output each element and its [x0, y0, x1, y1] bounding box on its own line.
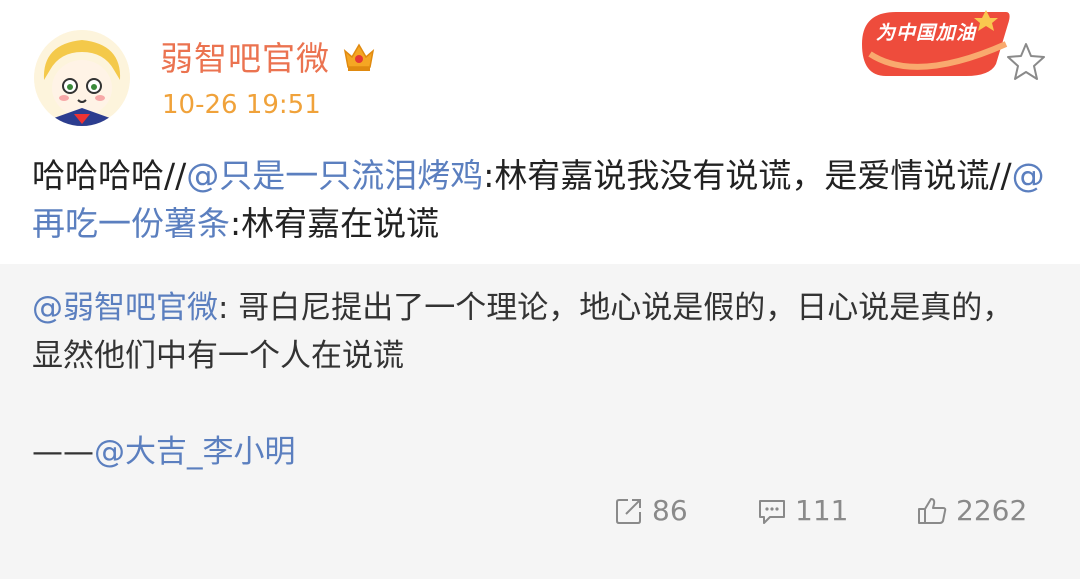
like-count: 2262 — [956, 494, 1028, 527]
credit-prefix: —— — [32, 434, 94, 470]
username[interactable]: 弱智吧官微 — [160, 32, 330, 80]
like-button[interactable]: 2262 — [916, 494, 1027, 527]
badge-label: 为中国加油 — [876, 22, 977, 44]
avatar[interactable] — [34, 30, 130, 126]
action-bar: 86 111 2262 — [0, 494, 1080, 534]
like-icon — [918, 497, 947, 524]
mention-link[interactable]: @大吉_李小明 — [94, 434, 296, 470]
post-text-part: :林宥嘉说我没有说谎，是爱情说谎// — [483, 156, 1012, 195]
repost-icon — [616, 498, 641, 524]
star-icon[interactable] — [1004, 40, 1048, 84]
reposted-content[interactable]: @弱智吧官微: 哥白尼提出了一个理论，地心说是假的，日心说是真的，显然他们中有一… — [0, 264, 1080, 579]
repost-credit: ——@大吉_李小明 — [32, 426, 296, 471]
crown-icon — [343, 43, 375, 71]
comment-icon — [759, 499, 785, 524]
timestamp: 10-26 19:51 — [162, 90, 321, 120]
repost-button[interactable]: 86 — [614, 494, 688, 527]
comment-count: 111 — [795, 494, 849, 527]
post-text: 哈哈哈哈//@只是一只流泪烤鸡:林宥嘉说我没有说谎，是爱情说谎//@再吃一份薯条… — [32, 152, 1052, 248]
post-text-part: :林宥嘉在说谎 — [230, 204, 440, 243]
cheer-badge: 为中国加油 — [856, 4, 1016, 84]
repost-text: @弱智吧官微: 哥白尼提出了一个理论，地心说是假的，日心说是真的，显然他们中有一… — [32, 284, 1042, 380]
mention-link[interactable]: @只是一只流泪烤鸡 — [186, 156, 483, 195]
mention-link[interactable]: @弱智吧官微 — [32, 290, 218, 326]
comment-button[interactable]: 111 — [757, 494, 848, 527]
repost-count: 86 — [652, 494, 688, 527]
post-text-part: 哈哈哈哈// — [32, 156, 187, 195]
